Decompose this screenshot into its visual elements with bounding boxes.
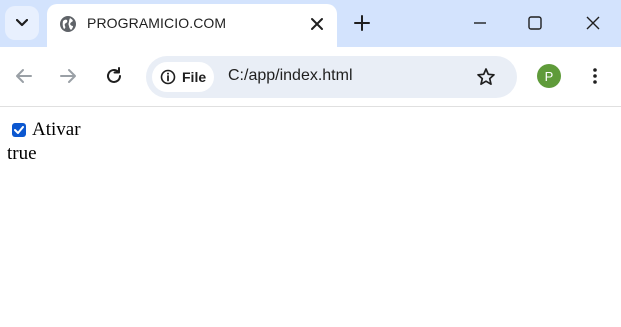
tab-search-button[interactable] xyxy=(5,6,39,40)
kebab-menu-icon[interactable] xyxy=(585,66,605,86)
browser-toolbar: File C:/app/index.html P xyxy=(0,47,621,107)
globe-icon xyxy=(60,16,76,32)
back-arrow-icon[interactable] xyxy=(14,66,34,86)
ativar-checkbox[interactable] xyxy=(12,123,26,137)
output-text: true xyxy=(7,143,37,164)
star-icon[interactable] xyxy=(476,67,496,87)
checkbox-row[interactable]: Ativar xyxy=(12,119,81,141)
minimize-icon[interactable] xyxy=(472,15,488,31)
tab-active[interactable]: PROGRAMICIO.COM xyxy=(47,4,337,47)
forward-arrow-icon[interactable] xyxy=(58,66,78,86)
url-text[interactable]: C:/app/index.html xyxy=(228,67,353,85)
reload-icon[interactable] xyxy=(104,66,124,86)
checkbox-label[interactable]: Ativar xyxy=(32,119,81,141)
window-close-icon[interactable] xyxy=(585,15,601,31)
close-icon[interactable] xyxy=(309,16,325,32)
info-icon xyxy=(160,69,176,85)
checkmark-icon xyxy=(14,126,24,134)
page-content: Ativar true xyxy=(0,107,621,327)
maximize-icon[interactable] xyxy=(527,15,543,31)
tab-title: PROGRAMICIO.COM xyxy=(87,15,227,31)
chevron-down-icon xyxy=(16,19,28,27)
site-info-label: File xyxy=(182,69,207,85)
address-bar[interactable]: File C:/app/index.html xyxy=(146,56,517,98)
site-info-chip[interactable]: File xyxy=(152,62,214,92)
tab-strip: PROGRAMICIO.COM xyxy=(0,0,621,47)
plus-icon[interactable] xyxy=(353,14,371,32)
profile-avatar[interactable]: P xyxy=(537,64,561,88)
